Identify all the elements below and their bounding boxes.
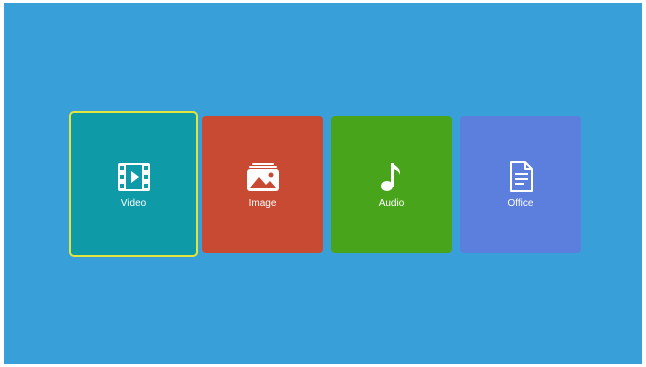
tile-label-video: Video: [120, 197, 147, 209]
tile-office[interactable]: Office: [460, 116, 581, 253]
film-play-icon: [117, 162, 150, 191]
tile-label-audio: Audio: [378, 198, 405, 209]
tile-audio[interactable]: Audio: [331, 116, 452, 253]
image-stack-icon: [246, 163, 279, 191]
tile-label-image: Image: [248, 198, 277, 209]
media-home-screen: Video Image Audio Office: [4, 3, 642, 364]
tile-image[interactable]: Image: [202, 116, 323, 253]
document-icon: [509, 161, 533, 192]
tile-video[interactable]: Video: [69, 111, 198, 257]
music-note-icon: [380, 163, 400, 191]
tile-label-office: Office: [507, 198, 534, 209]
